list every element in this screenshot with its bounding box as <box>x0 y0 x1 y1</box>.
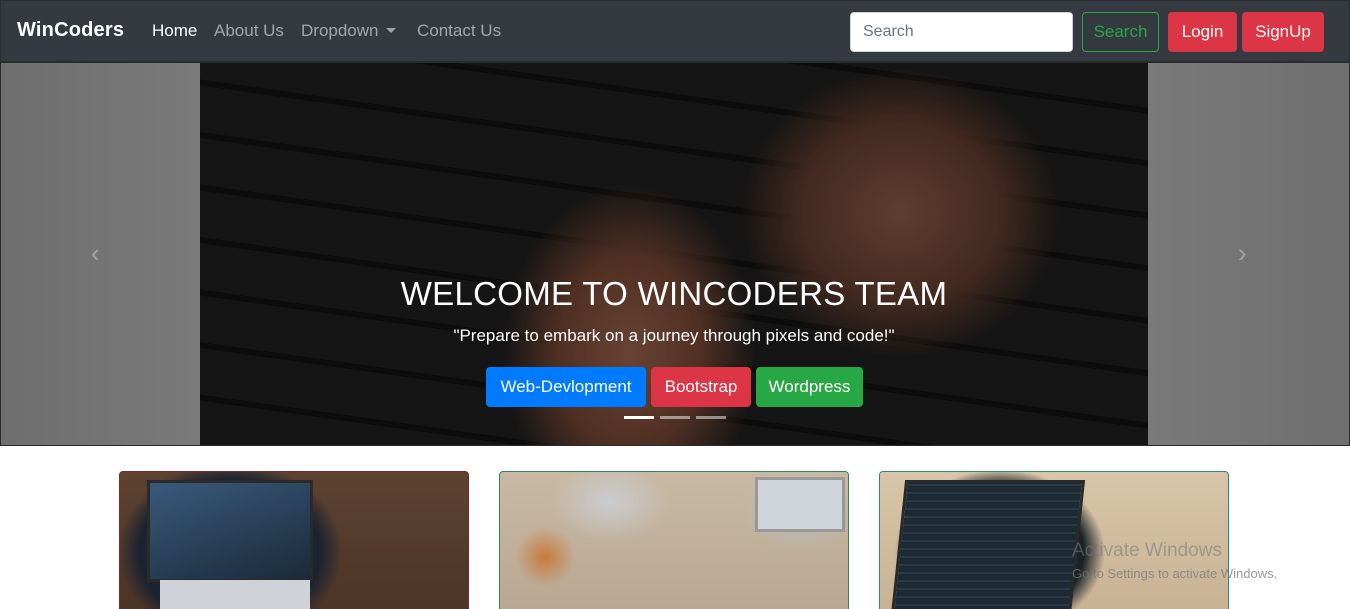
laptop-keyboard-image <box>160 580 310 609</box>
laptop-image <box>147 480 313 582</box>
signup-button[interactable]: SignUp <box>1242 12 1324 52</box>
bootstrap-button[interactable]: Bootstrap <box>651 367 751 407</box>
nav-link-contact-us[interactable]: Contact Us <box>417 21 501 41</box>
card-image-team-workspace[interactable] <box>499 471 849 609</box>
card-image-code-laptop[interactable] <box>879 471 1229 609</box>
login-button[interactable]: Login <box>1168 12 1237 52</box>
card-image-laptop-desk[interactable] <box>119 471 469 609</box>
web-development-button[interactable]: Web-Devlopment <box>486 367 646 407</box>
carousel-indicator-1[interactable] <box>624 416 654 419</box>
carousel-indicator-3[interactable] <box>696 416 726 419</box>
carousel-indicator-2[interactable] <box>660 416 690 419</box>
chevron-left-icon[interactable]: ‹ <box>91 240 111 266</box>
carousel-subtitle: "Prepare to embark on a journey through … <box>453 326 895 345</box>
carousel-title: WELCOME TO WINCODERS TEAM <box>400 275 948 312</box>
nav-link-home[interactable]: Home <box>152 21 197 41</box>
hero-carousel: ‹ › WELCOME TO WINCODERS TEAM "Prepare t… <box>0 62 1350 446</box>
nav-dropdown-toggle[interactable]: Dropdown <box>301 21 396 41</box>
chevron-right-icon[interactable]: › <box>1238 240 1258 266</box>
nav-link-about-us[interactable]: About Us <box>214 21 284 41</box>
search-input[interactable] <box>850 12 1073 52</box>
laptop-code-image <box>890 480 1086 609</box>
brand-logo[interactable]: WinCoders <box>17 19 124 42</box>
laptop-image <box>755 477 845 532</box>
nav-dropdown-label: Dropdown <box>301 21 379 40</box>
caret-down-icon <box>385 28 396 33</box>
search-button[interactable]: Search <box>1082 12 1159 52</box>
wordpress-button[interactable]: Wordpress <box>756 367 863 407</box>
navbar: WinCoders Home About Us Dropdown Contact… <box>0 0 1350 62</box>
